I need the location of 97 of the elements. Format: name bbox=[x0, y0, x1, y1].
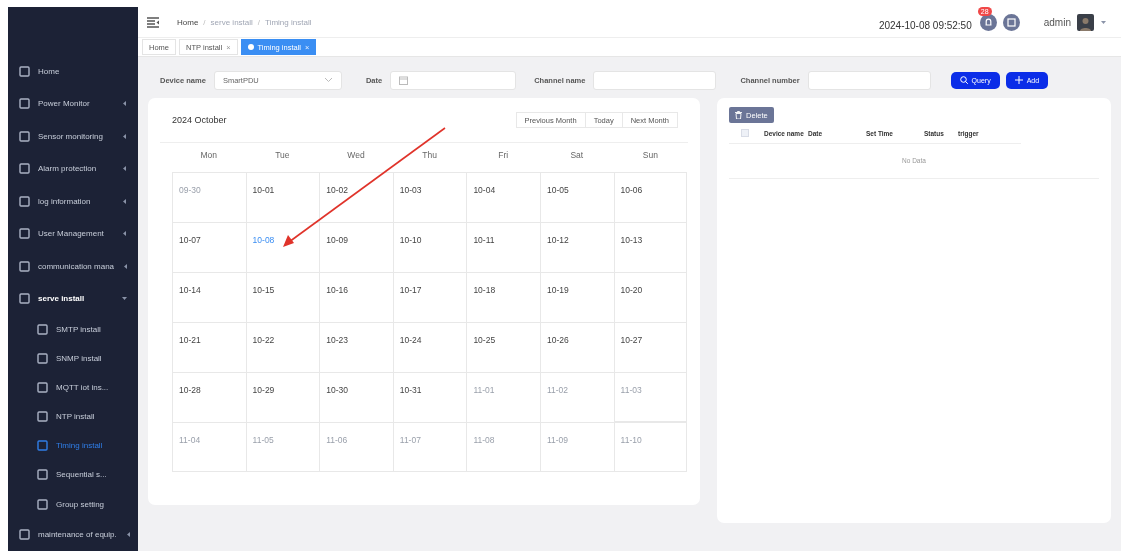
caret-left-icon bbox=[121, 100, 128, 108]
caret-left-icon bbox=[122, 262, 130, 270]
day-cell[interactable]: 10-16 bbox=[319, 272, 393, 322]
sidebar-item[interactable]: Alarm protection bbox=[8, 152, 138, 185]
day-cell[interactable]: 10-10 bbox=[392, 222, 467, 272]
username[interactable]: admin bbox=[1043, 16, 1071, 28]
sidebar-item[interactable]: serve install bbox=[8, 282, 138, 315]
square-icon bbox=[19, 98, 30, 110]
day-cell[interactable]: 10-04 bbox=[466, 172, 540, 222]
sidebar-item[interactable]: SMTP install bbox=[8, 314, 138, 344]
day-cell[interactable]: 10-19 bbox=[539, 272, 614, 322]
weekday-label: Tue bbox=[274, 149, 291, 162]
plus-icon bbox=[1014, 76, 1023, 84]
input-field[interactable] bbox=[390, 70, 517, 90]
day-cell[interactable]: 10-15 bbox=[245, 272, 320, 322]
sidebar-item[interactable]: MQTT iot ins... bbox=[8, 373, 138, 403]
sidebar-item[interactable]: Timing install bbox=[8, 431, 138, 461]
avatar-icon bbox=[1077, 13, 1094, 31]
day-cell[interactable]: 10-29 bbox=[245, 372, 320, 422]
menu-icon bbox=[147, 16, 159, 28]
breadcrumb-separator: / bbox=[203, 17, 206, 27]
day-cell[interactable]: 10-27 bbox=[613, 322, 688, 372]
square-icon bbox=[37, 352, 48, 364]
day-cell[interactable]: 10-18 bbox=[466, 272, 540, 322]
sidebar-item[interactable]: maintenance of equip. bbox=[8, 518, 138, 551]
day-cell[interactable]: 10-28 bbox=[172, 372, 246, 422]
breadcrumb-separator: / bbox=[257, 17, 261, 27]
day-cell[interactable]: 10-01 bbox=[245, 172, 320, 222]
square-icon bbox=[19, 65, 30, 77]
chevron-down-icon bbox=[323, 77, 333, 83]
weekday-label: Fri bbox=[497, 149, 510, 162]
day-cell[interactable]: 10-06 bbox=[613, 172, 688, 222]
day-cell[interactable]: 10-22 bbox=[245, 322, 320, 372]
sidebar-item[interactable]: Power Monitor bbox=[8, 87, 138, 121]
caret-left-icon bbox=[121, 132, 128, 140]
input-field[interactable] bbox=[593, 70, 717, 90]
square-icon bbox=[19, 260, 30, 272]
square-icon bbox=[19, 228, 30, 240]
square-icon bbox=[37, 382, 48, 394]
square-icon bbox=[19, 529, 30, 541]
caret-left-icon bbox=[121, 197, 128, 205]
datetime: 2024-10-08 09:52:50 bbox=[878, 19, 972, 31]
day-cell[interactable]: 10-13 bbox=[613, 222, 688, 272]
breadcrumb-link[interactable]: Home bbox=[177, 17, 199, 27]
weekday-label: Thu bbox=[421, 149, 438, 162]
sidebar-item[interactable]: Group setting bbox=[8, 489, 138, 519]
day-cell[interactable]: 10-05 bbox=[539, 172, 614, 222]
day-cell[interactable]: 10-07 bbox=[172, 222, 246, 272]
weekday-label: Sat bbox=[569, 149, 585, 162]
day-cell[interactable]: 10-25 bbox=[466, 322, 540, 372]
day-cell[interactable]: 10-21 bbox=[172, 322, 246, 372]
sidebar-item[interactable]: log information bbox=[8, 185, 138, 218]
square-icon bbox=[19, 130, 30, 142]
square-icon bbox=[37, 469, 48, 481]
day-cell[interactable]: 10-17 bbox=[392, 272, 467, 322]
day-cell[interactable]: 10-11 bbox=[466, 222, 540, 272]
square-icon bbox=[37, 323, 48, 335]
trash-icon bbox=[735, 111, 742, 119]
sidebar-item[interactable]: SNMP install bbox=[8, 343, 138, 374]
day-cell[interactable]: 10-12 bbox=[539, 222, 614, 272]
square-icon bbox=[37, 498, 48, 510]
sidebar-item[interactable]: communication mana bbox=[8, 249, 138, 283]
square-icon bbox=[19, 195, 30, 207]
day-cell[interactable]: 10-24 bbox=[392, 322, 467, 372]
sidebar-item[interactable]: Sequential s... bbox=[8, 460, 138, 490]
day-cell[interactable]: 10-09 bbox=[319, 222, 393, 272]
square-icon bbox=[19, 163, 30, 175]
caret-left-icon bbox=[121, 230, 128, 238]
dot-icon bbox=[247, 44, 254, 50]
caret-left-icon bbox=[124, 531, 132, 539]
day-cell[interactable]: 10-03 bbox=[392, 172, 467, 222]
square-icon bbox=[37, 411, 48, 423]
input-field[interactable] bbox=[807, 70, 931, 90]
weekday-label: Wed bbox=[346, 149, 366, 162]
weekday-label: Mon bbox=[199, 149, 219, 162]
caret-down-icon bbox=[1100, 18, 1107, 26]
square-icon bbox=[37, 440, 48, 452]
checkbox[interactable] bbox=[741, 129, 749, 137]
day-cell[interactable]: 10-14 bbox=[172, 272, 246, 322]
day-cell[interactable]: 10-26 bbox=[539, 322, 614, 372]
day-cell[interactable]: 10-23 bbox=[319, 322, 393, 372]
caret-down-icon bbox=[121, 295, 128, 303]
day-cell[interactable]: 10-20 bbox=[613, 272, 688, 322]
calendar-icon bbox=[399, 75, 409, 85]
weekday-label: Sun bbox=[641, 149, 659, 162]
day-cell[interactable]: 10-02 bbox=[319, 172, 393, 222]
sidebar-item[interactable]: Sensor monitoring bbox=[8, 120, 138, 153]
caret-left-icon bbox=[121, 165, 128, 173]
sidebar-item[interactable]: User Management bbox=[8, 217, 138, 250]
day-cell[interactable]: 10-30 bbox=[319, 372, 393, 422]
calendar-title: 2024 October bbox=[172, 115, 227, 125]
day-cell[interactable]: 10-31 bbox=[392, 372, 467, 422]
bell-icon bbox=[979, 13, 997, 31]
sidebar-item[interactable]: Home bbox=[8, 55, 138, 88]
square-icon bbox=[19, 293, 30, 305]
sidebar-item[interactable]: NTP install bbox=[8, 402, 138, 432]
search-icon bbox=[959, 76, 968, 84]
